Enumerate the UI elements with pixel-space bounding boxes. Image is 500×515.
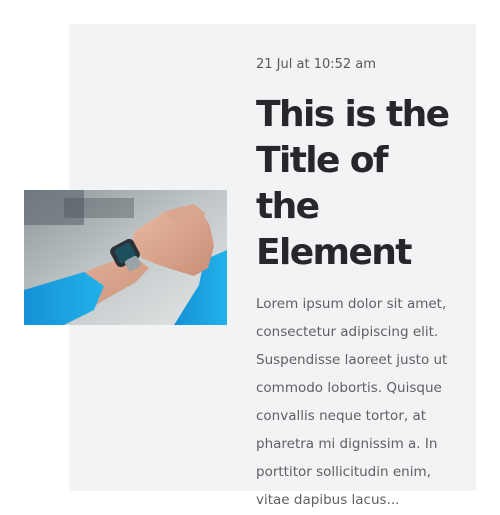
post-title[interactable]: This is the Title of the Element bbox=[256, 92, 456, 276]
post-date: 21 Jul at 10:52 am bbox=[256, 57, 376, 72]
post-excerpt: Lorem ipsum dolor sit amet, consectetur … bbox=[256, 296, 448, 508]
smartwatch-photo-image bbox=[24, 190, 227, 325]
post-content: 21 Jul at 10:52 am This is the Title of … bbox=[256, 56, 456, 514]
post-thumbnail[interactable] bbox=[24, 190, 227, 325]
